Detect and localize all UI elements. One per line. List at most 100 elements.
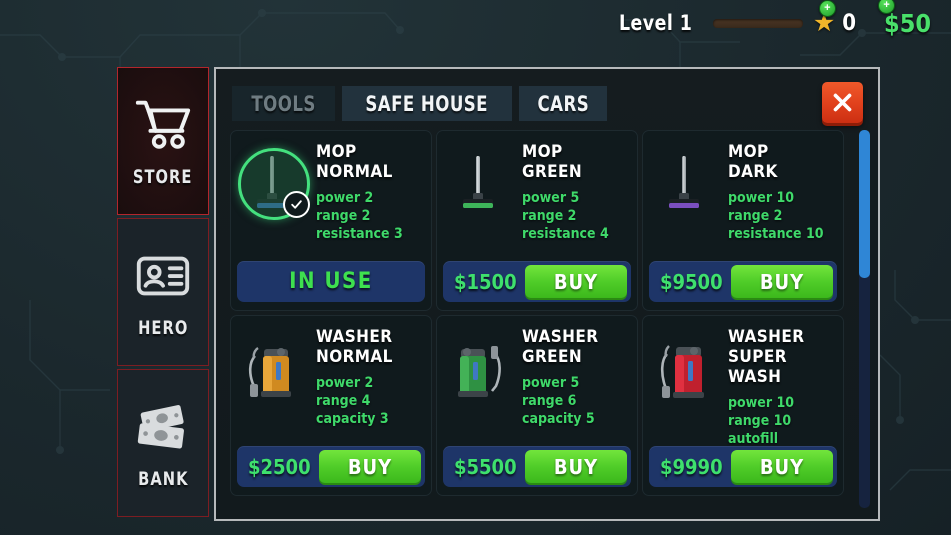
- item-action-bar: $9990 BUY: [649, 446, 837, 487]
- item-title: WASHER NORMAL: [316, 327, 424, 367]
- item-stat: power 5: [522, 375, 580, 391]
- item-title-line2: NORMAL: [316, 162, 393, 182]
- item-card[interactable]: MOP NORMAL power 2 range 2 resistance 3 …: [230, 130, 432, 311]
- item-stat: resistance 10: [728, 226, 824, 242]
- sidebar-item-hero[interactable]: HERO: [117, 218, 209, 366]
- item-title: MOP NORMAL: [316, 142, 424, 182]
- in-use-label: IN USE: [289, 269, 373, 294]
- washer-red-icon: [660, 345, 704, 398]
- item-card[interactable]: MOP GREEN power 5 range 2 resistance 4 $…: [436, 130, 638, 311]
- item-stat: range 2: [522, 208, 577, 224]
- item-price: $5500: [454, 454, 517, 479]
- item-price: $9990: [660, 454, 723, 479]
- banknotes-icon: [137, 405, 184, 449]
- item-stat: range 2: [728, 208, 783, 224]
- card-body: MOP GREEN power 5 range 2 resistance 4: [436, 130, 638, 242]
- item-title-line2: GREEN: [522, 162, 583, 182]
- buy-button-label: BUY: [347, 454, 393, 479]
- top-hud: Level 1 + ★ 0 + $50: [0, 0, 951, 46]
- buy-button[interactable]: BUY: [319, 450, 421, 483]
- sidebar-item-label: BANK: [137, 468, 189, 490]
- sidebar-item-label: STORE: [133, 166, 193, 188]
- item-title: MOP DARK: [728, 142, 836, 182]
- item-stat: range 2: [316, 208, 371, 224]
- item-card[interactable]: WASHER SUPER WASH power 10 range 10 auto…: [642, 315, 844, 496]
- money-currency-group[interactable]: + $50: [878, 0, 931, 38]
- item-title-line1: MOP: [522, 142, 563, 162]
- item-price: $1500: [454, 269, 517, 294]
- item-stats: power 10 range 2 resistance 10: [728, 189, 836, 243]
- item-stat: power 10: [728, 190, 794, 206]
- xp-progress-bar: [712, 18, 803, 28]
- item-stat: resistance 3: [316, 226, 403, 242]
- buy-button[interactable]: BUY: [525, 450, 627, 483]
- item-stats: power 2 range 4 capacity 3: [316, 374, 424, 428]
- item-stat: resistance 4: [522, 226, 609, 242]
- item-action-bar: $9500 BUY: [649, 261, 837, 302]
- item-price: $9500: [660, 269, 723, 294]
- close-button[interactable]: [822, 82, 863, 123]
- card-body: WASHER SUPER WASH power 10 range 10 auto…: [642, 315, 844, 447]
- item-card[interactable]: MOP DARK power 10 range 2 resistance 10 …: [642, 130, 844, 311]
- check-icon: [291, 200, 302, 209]
- item-stats: power 5 range 2 resistance 4: [522, 189, 630, 243]
- card-info: WASHER NORMAL power 2 range 4 capacity 3: [308, 325, 424, 427]
- id-card-icon: [136, 256, 190, 296]
- item-action-bar[interactable]: IN USE: [237, 261, 425, 302]
- money-amount: $50: [884, 8, 931, 38]
- card-info: MOP DARK power 10 range 2 resistance 10: [720, 140, 836, 242]
- sidebar-item-store[interactable]: STORE: [117, 67, 209, 215]
- item-title-line2: DARK: [728, 162, 778, 182]
- item-stat: power 5: [522, 190, 580, 206]
- item-stat: power 10: [728, 395, 794, 411]
- card-info: MOP GREEN power 5 range 2 resistance 4: [514, 140, 630, 242]
- buy-button-label: BUY: [553, 454, 599, 479]
- mop-dark-icon: [669, 156, 699, 208]
- star-count: 0: [842, 10, 857, 36]
- shopping-cart-icon: [135, 100, 191, 149]
- buy-button[interactable]: BUY: [731, 265, 833, 298]
- item-stat: range 6: [522, 393, 577, 409]
- item-stat: capacity 5: [522, 411, 595, 427]
- item-card[interactable]: WASHER GREEN power 5 range 6 capacity 5 …: [436, 315, 638, 496]
- tab-cars[interactable]: CARS: [518, 86, 608, 121]
- sidebar-item-bank[interactable]: BANK: [117, 369, 209, 517]
- tab-tools[interactable]: TOOLS: [232, 86, 336, 121]
- buy-button-label: BUY: [759, 454, 805, 479]
- item-title-line1: MOP: [316, 142, 357, 162]
- card-info: MOP NORMAL power 2 range 2 resistance 3: [308, 140, 424, 242]
- buy-button-label: BUY: [759, 269, 805, 294]
- plus-badge-icon[interactable]: +: [818, 0, 836, 17]
- item-stat: power 2: [316, 190, 374, 206]
- star-currency-group[interactable]: + ★ 0: [813, 0, 857, 36]
- buy-button[interactable]: BUY: [525, 265, 627, 298]
- item-stat: capacity 3: [316, 411, 389, 427]
- washer-green-icon: [458, 346, 501, 397]
- plus-badge-icon[interactable]: +: [878, 0, 896, 14]
- mop-green-icon: [463, 156, 493, 208]
- item-action-bar: $1500 BUY: [443, 261, 631, 302]
- item-thumbnail: [236, 333, 308, 405]
- in-use-check-badge: [283, 191, 310, 218]
- store-panel: TOOLS SAFE HOUSE CARS MOP NORMAL power 2…: [214, 67, 880, 521]
- washer-orange-icon: [248, 347, 291, 397]
- scrollbar-thumb[interactable]: [859, 130, 870, 278]
- item-thumbnail: [236, 148, 310, 220]
- item-title-line1: WASHER: [316, 327, 393, 347]
- items-grid: MOP NORMAL power 2 range 2 resistance 3 …: [230, 130, 852, 508]
- item-stats: power 5 range 6 capacity 5: [522, 374, 630, 428]
- item-thumbnail: [442, 333, 514, 405]
- panel-tabs: TOOLS SAFE HOUSE CARS: [232, 86, 608, 121]
- sidebar-nav: STORE HERO BANK: [117, 67, 209, 520]
- item-title: WASHER GREEN: [522, 327, 630, 367]
- tab-safe-house[interactable]: SAFE HOUSE: [342, 86, 512, 121]
- item-title: MOP GREEN: [522, 142, 630, 182]
- item-card[interactable]: WASHER NORMAL power 2 range 4 capacity 3…: [230, 315, 432, 496]
- item-title-line1: WASHER: [728, 327, 805, 347]
- tab-label: SAFE HOUSE: [365, 91, 489, 116]
- items-scrollbar[interactable]: [859, 130, 870, 508]
- buy-button[interactable]: BUY: [731, 450, 833, 483]
- item-title-line1: WASHER: [522, 327, 599, 347]
- item-stats: power 10 range 10 autofill: [728, 394, 836, 448]
- item-stats: power 2 range 2 resistance 3: [316, 189, 424, 243]
